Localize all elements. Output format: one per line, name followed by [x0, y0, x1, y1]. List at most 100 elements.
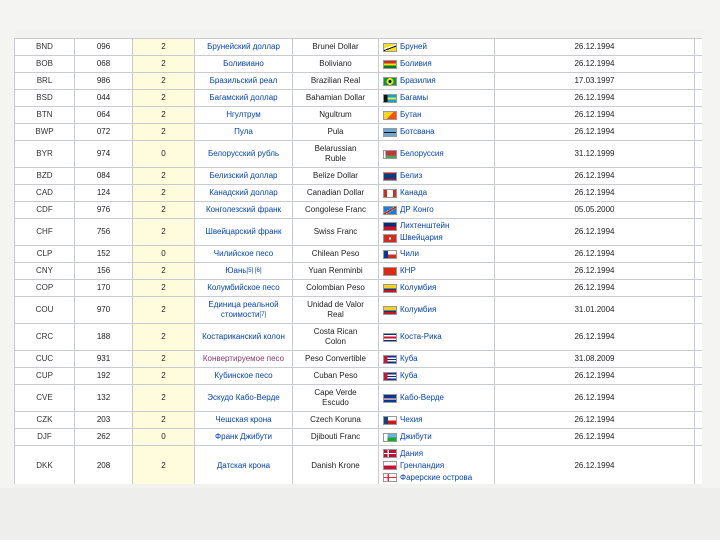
country-entry[interactable]: КНР	[383, 265, 491, 277]
table-row: CDF 976 2 Конголезский франк Congolese Franc…	[14, 201, 702, 219]
currency-name-link[interactable]: Колумбийское песо	[207, 283, 279, 292]
currency-name-link[interactable]: Боливиано	[223, 59, 264, 68]
slide-left-margin	[0, 30, 14, 488]
currency-name-link[interactable]: Канадский доллар	[209, 188, 277, 197]
country-name-link[interactable]: Гренландия	[400, 461, 444, 471]
date-cell: 17.03.1997	[494, 72, 695, 90]
country-entry[interactable]: Чехия	[383, 414, 491, 426]
english-name-cell: Belize Dollar	[292, 167, 379, 185]
country-name-link[interactable]: Куба	[400, 354, 418, 364]
country-entry[interactable]: Колумбия	[383, 304, 491, 316]
country-name-link[interactable]: Бруней	[400, 42, 427, 52]
english-name-cell: Canadian Dollar	[292, 184, 379, 202]
countries-cell: Кабо-Верде	[378, 384, 495, 412]
country-name-link[interactable]: Колумбия	[400, 283, 436, 293]
footnote-reference[interactable]: [7]	[259, 312, 266, 318]
english-name-cell: Costa Rican Colon	[292, 323, 379, 351]
country-entry[interactable]: ДР Конго	[383, 204, 491, 216]
country-name-link[interactable]: Куба	[400, 371, 418, 381]
currency-code-cell: COP	[14, 279, 75, 297]
currency-name-link[interactable]: Конголезский франк	[206, 205, 281, 214]
country-name-link[interactable]: Ботсвана	[400, 127, 435, 137]
country-entry[interactable]: Бразилия	[383, 75, 491, 87]
english-name-cell: Brunei Dollar	[292, 38, 379, 56]
countries-cell: Бутан	[378, 106, 495, 124]
currency-name-link[interactable]: Пула	[234, 127, 253, 136]
currency-name-link[interactable]: Единица реальной стоимости	[208, 300, 278, 319]
country-name-link[interactable]: Канада	[400, 188, 427, 198]
english-name-line: Belarussian	[314, 144, 357, 153]
country-entry[interactable]: Джибути	[383, 431, 491, 443]
country-name-link[interactable]: КНР	[400, 266, 416, 276]
flag-icon	[383, 59, 397, 69]
trailing-cell	[694, 184, 702, 202]
country-name-link[interactable]: Чехия	[400, 415, 422, 425]
currency-name-link[interactable]: Швейцарский франк	[206, 227, 282, 236]
country-entry[interactable]: Ботсвана	[383, 126, 491, 138]
country-entry[interactable]: Лихтенштейн	[383, 220, 491, 232]
country-entry[interactable]: Швейцария	[383, 232, 491, 244]
currency-name-link[interactable]: Брунейский доллар	[207, 42, 280, 51]
country-entry[interactable]: Фарерские острова	[383, 472, 491, 484]
country-name-link[interactable]: Белиз	[400, 171, 422, 181]
country-name-link[interactable]: Чили	[400, 249, 419, 259]
table-row: CUP 192 2 Кубинское песо Cuban Peso Куба 26.12…	[14, 367, 702, 385]
country-name-link[interactable]: Белоруссия	[400, 149, 444, 159]
currency-name-link[interactable]: Бразильский реал	[210, 76, 278, 85]
country-name-link[interactable]: ДР Конго	[400, 205, 434, 215]
country-name-link[interactable]: Коста-Рика	[400, 332, 442, 342]
currency-name-link[interactable]: Костариканский колон	[202, 332, 285, 341]
currency-name-link[interactable]: Юань	[225, 266, 246, 275]
country-name-link[interactable]: Бразилия	[400, 76, 436, 86]
country-entry[interactable]: Колумбия	[383, 282, 491, 294]
minor-digits-cell: 2	[132, 167, 195, 185]
country-entry[interactable]: Куба	[383, 370, 491, 382]
footnote-reference[interactable]: [5] [6]	[247, 268, 262, 274]
currency-name-link[interactable]: Чешская крона	[215, 415, 271, 424]
country-name-link[interactable]: Лихтенштейн	[400, 221, 449, 231]
currency-name-link[interactable]: Белизский доллар	[210, 171, 278, 180]
country-name-link[interactable]: Багамы	[400, 93, 428, 103]
currency-name-link[interactable]: Конвертируемое песо	[203, 354, 284, 363]
country-name-link[interactable]: Джибути	[400, 432, 432, 442]
country-entry[interactable]: Кабо-Верде	[383, 392, 491, 404]
countries-cell: Дания Гренландия Фарерские острова	[378, 445, 495, 484]
currency-name-link[interactable]: Белорусский рубль	[208, 149, 279, 158]
country-entry[interactable]: Гренландия	[383, 460, 491, 472]
minor-digits-cell: 2	[132, 445, 195, 484]
country-name-link[interactable]: Бутан	[400, 110, 422, 120]
country-entry[interactable]: Белоруссия	[383, 148, 491, 160]
country-entry[interactable]: Бутан	[383, 109, 491, 121]
english-name-line: Unidad de Valor	[307, 300, 364, 309]
country-entry[interactable]: Белиз	[383, 170, 491, 182]
country-entry[interactable]: Канада	[383, 187, 491, 199]
table-row: BTN 064 2 Нгултрум Ngultrum Бутан 26.12.1994	[14, 106, 702, 124]
country-name-link[interactable]: Колумбия	[400, 305, 436, 315]
country-name-link[interactable]: Кабо-Верде	[400, 393, 444, 403]
currency-name-link[interactable]: Кубинское песо	[214, 371, 272, 380]
country-entry[interactable]: Багамы	[383, 92, 491, 104]
currency-name-link[interactable]: Франк Джибути	[215, 432, 272, 441]
english-name-line: Colon	[325, 337, 346, 346]
minor-digits-cell: 2	[132, 184, 195, 202]
english-name-cell: Bahamian Dollar	[292, 89, 379, 107]
country-entry[interactable]: Боливия	[383, 58, 491, 70]
country-entry[interactable]: Куба	[383, 353, 491, 365]
currency-name-link[interactable]: Датская крона	[217, 461, 270, 470]
country-name-link[interactable]: Швейцария	[400, 233, 443, 243]
countries-cell: Джибути	[378, 428, 495, 446]
currency-name-link[interactable]: Эскудо Кабо-Верде	[207, 393, 279, 402]
currency-name-link[interactable]: Чилийское песо	[214, 249, 273, 258]
numeric-code-cell: 192	[74, 367, 133, 385]
currency-name-link[interactable]: Нгултрум	[226, 110, 261, 119]
country-entry[interactable]: Бруней	[383, 41, 491, 53]
country-entry[interactable]: Дания	[383, 448, 491, 460]
country-name-link[interactable]: Фарерские острова	[400, 473, 472, 483]
currency-code-cell: CAD	[14, 184, 75, 202]
country-name-link[interactable]: Дания	[400, 449, 423, 459]
country-entry[interactable]: Коста-Рика	[383, 331, 491, 343]
date-cell: 26.12.1994	[494, 38, 695, 56]
country-entry[interactable]: Чили	[383, 248, 491, 260]
country-name-link[interactable]: Боливия	[400, 59, 432, 69]
currency-name-link[interactable]: Багамский доллар	[209, 93, 277, 102]
